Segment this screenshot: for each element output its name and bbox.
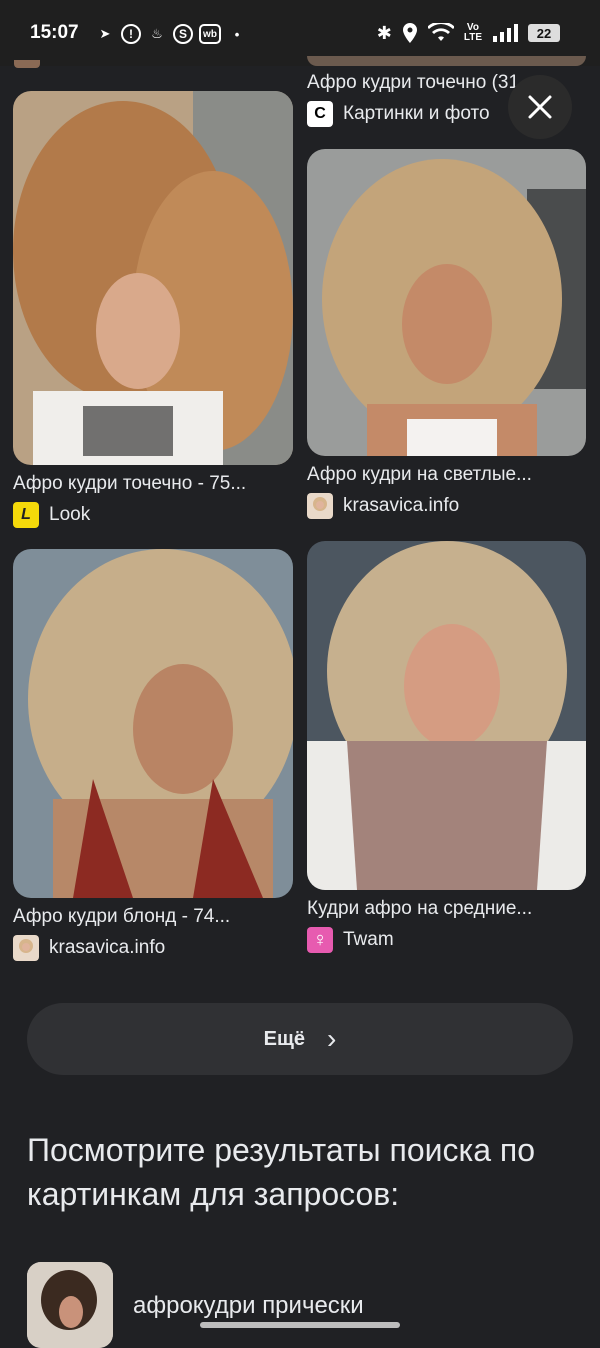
result-source-label: Look <box>49 504 91 525</box>
result-source[interactable]: ♀ Twam <box>307 927 394 953</box>
krasavica-favicon-icon <box>13 935 39 961</box>
skype-icon: S <box>173 24 193 44</box>
related-search-thumbnail[interactable] <box>27 1262 113 1348</box>
partial-top-image <box>307 56 586 66</box>
related-search-label[interactable]: афрокудри прически <box>133 1292 364 1320</box>
system-icons: ✱ Vo LTE 22 <box>377 20 560 46</box>
twam-favicon-icon: ♀ <box>307 927 333 953</box>
bluetooth-icon: ✱ <box>376 22 392 43</box>
more-results-button[interactable]: Ещё › <box>27 1003 573 1075</box>
result-source[interactable]: krasavica.info <box>307 493 459 519</box>
result-title[interactable]: Афро кудри на светлые... <box>307 464 532 486</box>
chevron-right-icon: › <box>327 1023 337 1054</box>
status-time: 15:07 <box>30 22 79 43</box>
result-image[interactable] <box>13 91 293 465</box>
battery-icon: 22 <box>528 24 560 42</box>
telegram-icon: ➤ <box>99 26 111 41</box>
kartinki-favicon-icon: C <box>307 101 333 127</box>
result-image[interactable] <box>307 541 586 890</box>
curly-hair-photo <box>13 91 293 465</box>
result-source[interactable]: C Картинки и фото <box>307 101 490 127</box>
more-button-label: Ещё <box>263 1027 305 1050</box>
fire-icon: ♨ <box>151 26 163 41</box>
result-source-label: krasavica.info <box>343 495 460 516</box>
wb-icon: wb <box>199 24 221 44</box>
result-source-label: krasavica.info <box>49 937 166 958</box>
result-source-label: Twam <box>343 929 394 950</box>
gesture-home-bar[interactable] <box>200 1322 400 1328</box>
close-button[interactable] <box>508 75 572 139</box>
more-notifications-dot-icon: • <box>234 26 240 42</box>
curly-hair-photo <box>307 149 586 456</box>
result-source[interactable]: L Look <box>13 502 90 528</box>
result-title[interactable]: Афро кудри точечно - 75... <box>13 473 246 495</box>
krasavica-favicon-icon <box>307 493 333 519</box>
result-source[interactable]: krasavica.info <box>13 935 165 961</box>
signal-icon <box>493 24 518 42</box>
result-title[interactable]: Кудри афро на средние... <box>307 898 532 920</box>
curly-hair-photo <box>307 541 586 890</box>
alert-icon: ! <box>121 24 141 44</box>
location-icon <box>402 23 417 43</box>
result-image[interactable] <box>13 549 293 898</box>
related-searches-heading: Посмотрите результаты поиска по картинка… <box>27 1132 535 1212</box>
volte-icon: Vo LTE <box>463 22 482 43</box>
notification-icons: ➤ ! ♨ S wb • <box>95 22 247 46</box>
curly-hair-photo <box>13 549 293 898</box>
result-title[interactable]: Афро кудри точечно (31... <box>307 72 535 94</box>
partial-top-favicon <box>14 60 40 68</box>
result-image[interactable] <box>307 149 586 456</box>
result-source-label: Картинки и фото <box>343 103 490 124</box>
look-favicon-icon: L <box>13 502 39 528</box>
curly-hair-thumb <box>27 1262 113 1348</box>
wifi-icon <box>427 23 454 41</box>
result-title[interactable]: Афро кудри блонд - 74... <box>13 906 230 928</box>
close-icon <box>528 95 552 119</box>
